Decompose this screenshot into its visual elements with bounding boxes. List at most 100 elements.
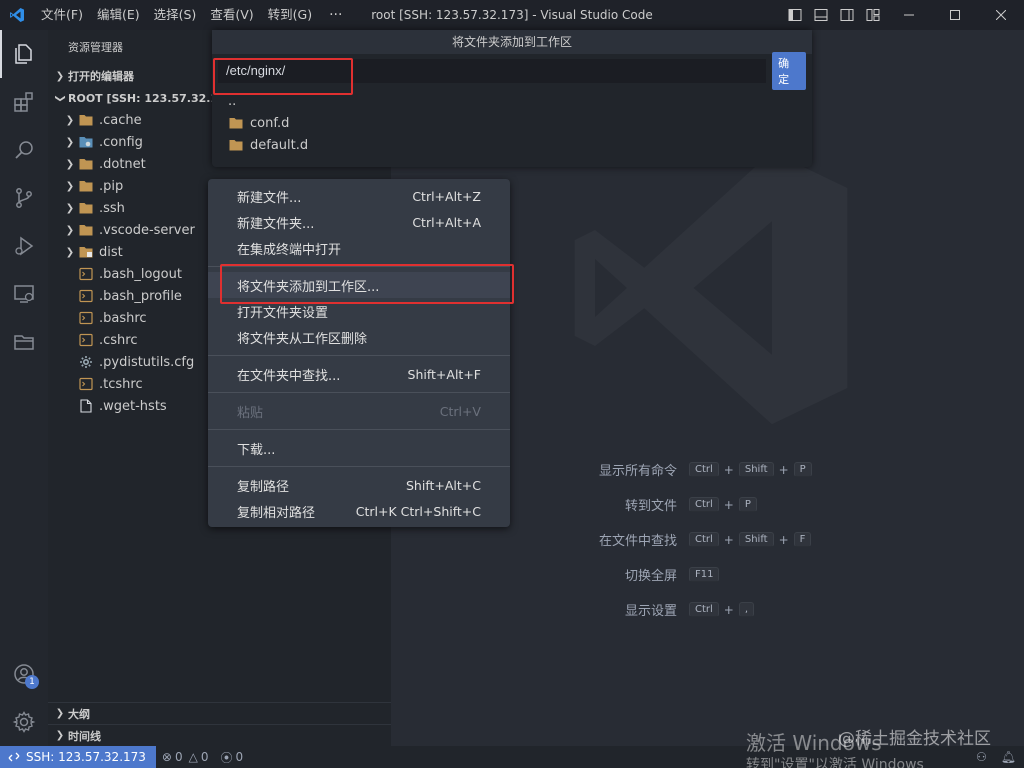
- toggle-panel-icon[interactable]: [808, 0, 834, 30]
- tree-item-label: .ssh: [99, 200, 125, 216]
- context-menu-item[interactable]: 复制路径 Shift+Alt+C: [208, 472, 510, 498]
- extensions-icon[interactable]: [0, 78, 48, 126]
- context-menu-item[interactable]: 在集成终端中打开: [208, 235, 510, 261]
- context-menu-item[interactable]: 新建文件... Ctrl+Alt+Z: [208, 183, 510, 209]
- shortcut-hints: 显示所有命令 Ctrl + Shift + P 转到文件 Ctrl + P 在文件中查找 Ctrl + S…: [561, 452, 812, 627]
- chevron-right-icon: ❯: [55, 708, 65, 719]
- context-menu-item[interactable]: 在文件夹中查找... Shift+Alt+F: [208, 361, 510, 387]
- close-icon[interactable]: [978, 0, 1024, 30]
- quick-input-item[interactable]: ..: [212, 90, 812, 112]
- ports-indicator[interactable]: ⦿ 0: [214, 746, 249, 768]
- chevron-right-icon: ❯: [65, 158, 75, 170]
- context-menu-item[interactable]: 新建文件夹... Ctrl+Alt+A: [208, 209, 510, 235]
- menu-item[interactable]: 编辑(E): [90, 0, 147, 30]
- customize-layout-icon[interactable]: [860, 0, 886, 30]
- plus-separator: +: [778, 532, 789, 547]
- menu-item-label: 在文件夹中查找...: [237, 368, 341, 384]
- menu-separator: [208, 466, 510, 467]
- tree-item-label: .bashrc: [99, 310, 147, 326]
- menu-item[interactable]: 选择(S): [147, 0, 204, 30]
- quick-input-item[interactable]: default.d: [212, 134, 812, 156]
- dist-folder-icon: [78, 244, 94, 260]
- ok-button[interactable]: 确定: [772, 52, 806, 90]
- source-control-icon[interactable]: [0, 174, 48, 222]
- file-icon: [78, 398, 94, 414]
- accounts-icon[interactable]: 1: [0, 650, 48, 698]
- menu-item[interactable]: 文件(F): [34, 0, 90, 30]
- context-menu: 新建文件... Ctrl+Alt+Z 新建文件夹... Ctrl+Alt+A 在集成终端…: [208, 179, 510, 527]
- shortcut-row: 在文件中查找 Ctrl + Shift + F: [561, 522, 812, 557]
- timeline-section[interactable]: ❯ 时间线: [48, 724, 391, 746]
- toggle-secondary-sidebar-icon[interactable]: [834, 0, 860, 30]
- tree-item-label: .vscode-server: [99, 222, 195, 238]
- explorer-icon[interactable]: [0, 30, 48, 78]
- keycap: Ctrl: [689, 497, 719, 512]
- shortcut-label: 在文件中查找: [598, 534, 677, 549]
- remote-indicator[interactable]: SSH: 123.57.32.173: [0, 746, 156, 768]
- remote-icon: [8, 752, 20, 762]
- quick-input-item-label: ..: [228, 93, 237, 109]
- vscode-watermark-icon: [566, 143, 856, 437]
- feedback-icon[interactable]: ⚇: [976, 750, 987, 764]
- shortcut-label: 显示所有命令: [598, 464, 677, 479]
- folder-icon: [78, 178, 94, 194]
- menu-item-shortcut: Shift+Alt+C: [405, 477, 481, 493]
- menu-item-label: 将文件夹从工作区删除: [237, 331, 368, 347]
- menu-item-label: 新建文件夹...: [237, 216, 315, 232]
- notifications-icon[interactable]: 🔔︎: [1001, 750, 1016, 764]
- quick-input-item[interactable]: conf.d: [212, 112, 812, 134]
- context-menu-item[interactable]: 复制相对路径 Ctrl+K Ctrl+Shift+C: [208, 498, 510, 524]
- plus-separator: +: [723, 532, 734, 547]
- menu-item-label: 下载...: [237, 442, 276, 458]
- folder-icon: [78, 222, 94, 238]
- menu-separator: [208, 266, 510, 267]
- folder-path-input[interactable]: /etc/nginx/: [218, 59, 767, 83]
- remote-explorer-icon[interactable]: [0, 270, 48, 318]
- chevron-right-icon: ❯: [65, 224, 75, 236]
- chevron-right-icon: ❯: [65, 180, 75, 192]
- keycap: Ctrl: [689, 462, 719, 477]
- tree-item-label: .cache: [99, 112, 142, 128]
- shortcut-label: 转到文件: [624, 499, 677, 514]
- menu-item[interactable]: 查看(V): [203, 0, 260, 30]
- context-menu-item[interactable]: 打开文件夹设置: [208, 298, 510, 324]
- menu-item[interactable]: 转到(G): [261, 0, 319, 30]
- keycap: Ctrl: [689, 532, 719, 547]
- maximize-icon[interactable]: [932, 0, 978, 30]
- keycap: Ctrl: [689, 602, 719, 617]
- folder-icon: [78, 200, 94, 216]
- site-watermark: @稀土掘金技术社区: [838, 729, 991, 749]
- menu-more-icon[interactable]: ···: [319, 7, 352, 23]
- outline-section[interactable]: ❯ 大纲: [48, 702, 391, 724]
- plus-separator: +: [723, 602, 734, 617]
- timeline-label: 时间线: [68, 729, 101, 743]
- broadcast-icon: ⦿: [220, 750, 233, 765]
- chevron-right-icon: ❯: [65, 114, 75, 126]
- toggle-sidebar-icon[interactable]: [782, 0, 808, 30]
- warning-icon: △: [188, 750, 198, 764]
- search-icon[interactable]: [0, 126, 48, 174]
- windows-activation-subtext: 转到"设置"以激活 Windows: [746, 757, 924, 768]
- problems-indicator[interactable]: ⊗ 0 △ 0: [156, 746, 215, 768]
- shell-file-icon: [78, 288, 94, 304]
- tree-item-label: .config: [99, 134, 143, 150]
- vscode-logo-icon: [0, 0, 34, 30]
- chevron-right-icon: ❯: [65, 202, 75, 214]
- tree-item-label: .tcshrc: [99, 376, 143, 392]
- quick-input-item-label: conf.d: [250, 115, 290, 131]
- run-debug-icon[interactable]: [0, 222, 48, 270]
- settings-gear-icon[interactable]: [0, 698, 48, 746]
- keycap: F: [793, 532, 812, 547]
- chevron-right-icon: ❯: [55, 70, 65, 82]
- context-menu-item[interactable]: 下载...: [208, 435, 510, 461]
- tree-item-label: dist: [99, 244, 123, 260]
- context-menu-item[interactable]: 将文件夹从工作区删除: [208, 324, 510, 350]
- project-manager-icon[interactable]: [0, 318, 48, 366]
- keycap: P: [793, 462, 812, 477]
- menu-item-label: 复制路径: [237, 479, 290, 495]
- folder-icon: [228, 137, 244, 153]
- tree-item-label: .pip: [99, 178, 124, 194]
- context-menu-item[interactable]: 将文件夹添加到工作区...: [208, 272, 510, 298]
- keycap: ,: [738, 602, 755, 617]
- minimize-icon[interactable]: [886, 0, 932, 30]
